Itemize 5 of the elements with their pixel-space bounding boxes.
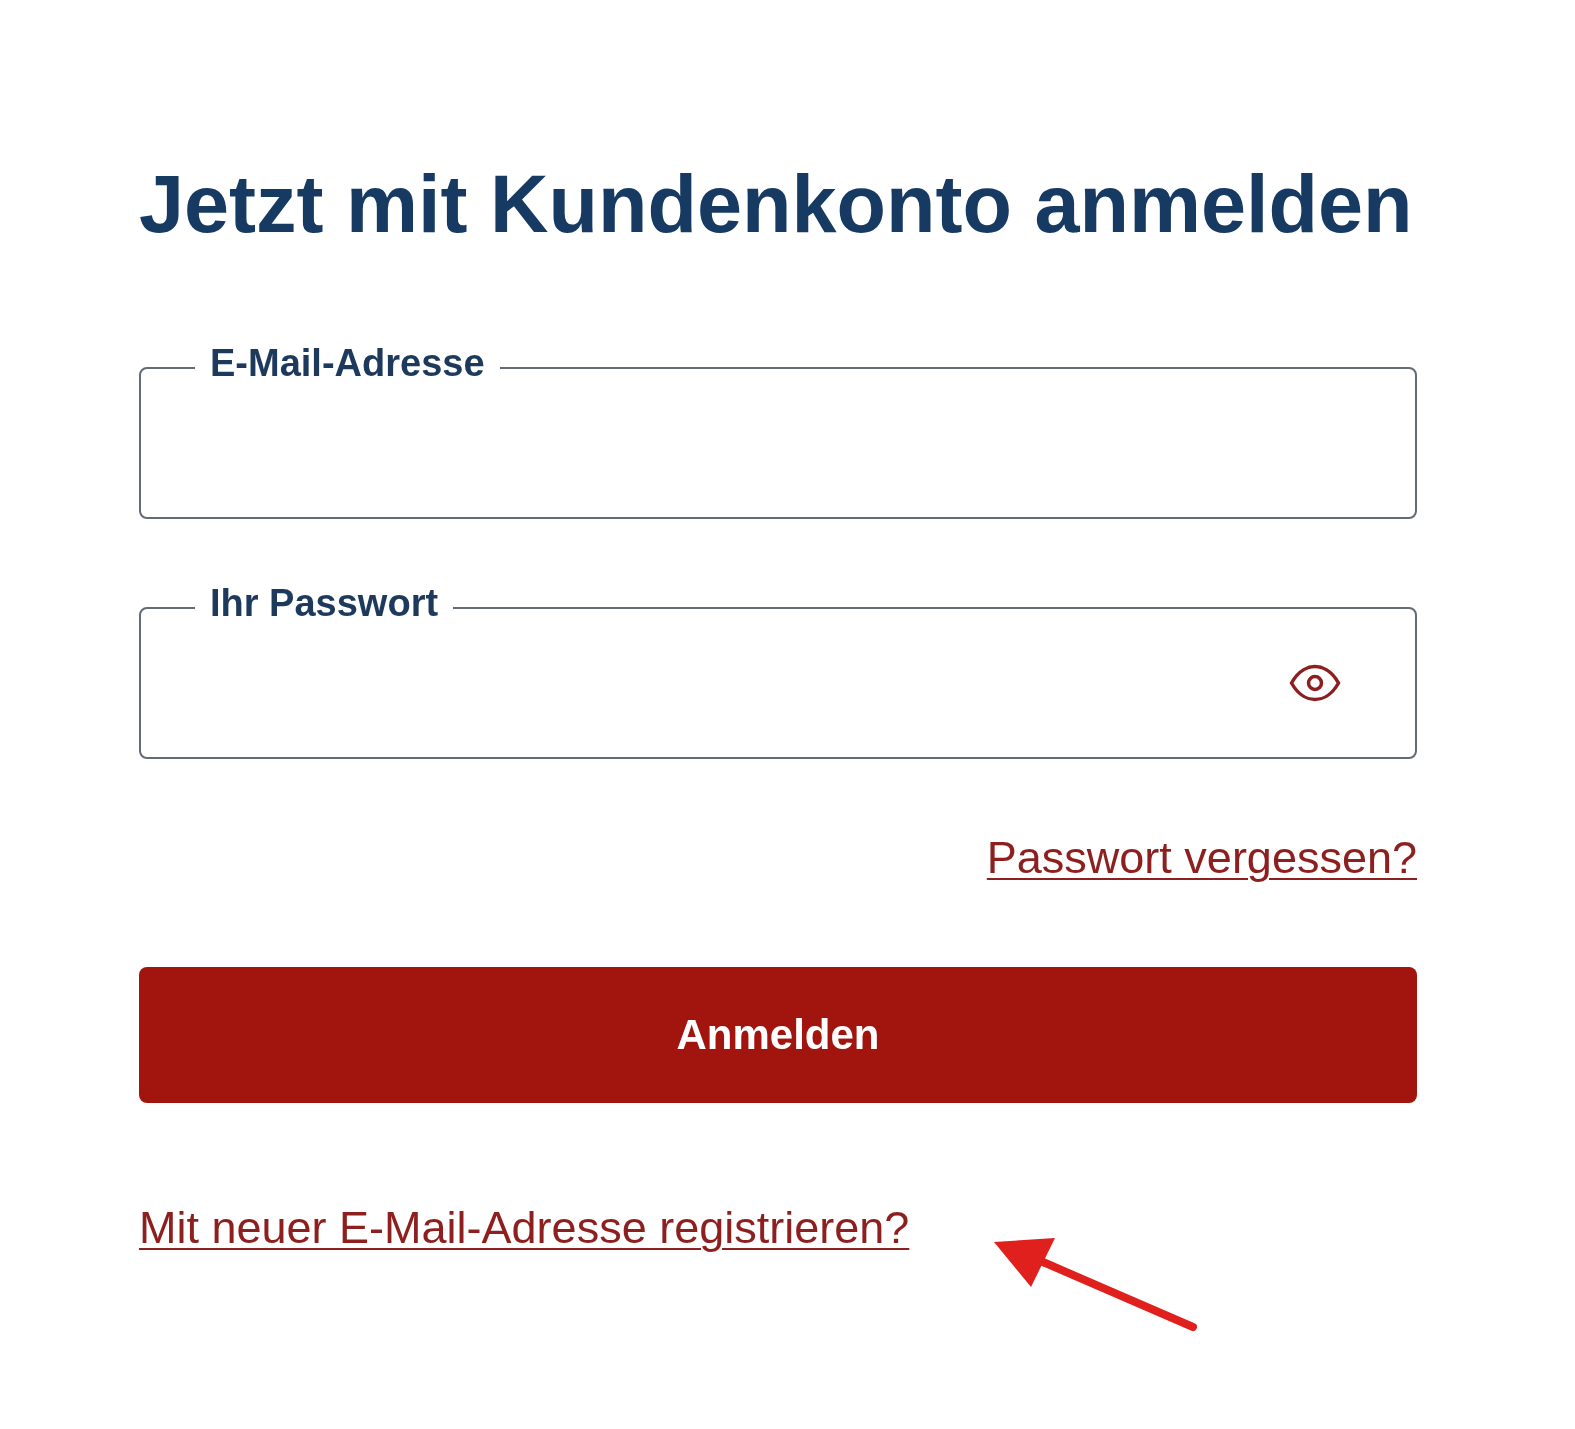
forgot-password-link[interactable]: Passwort vergessen? (986, 833, 1417, 883)
register-link[interactable]: Mit neuer E-Mail-Adresse registrieren? (139, 1202, 910, 1253)
eye-icon[interactable] (1289, 664, 1341, 703)
page-heading: Jetzt mit Kundenkonto anmelden (139, 158, 1413, 251)
login-button[interactable]: Anmelden (139, 966, 1417, 1103)
